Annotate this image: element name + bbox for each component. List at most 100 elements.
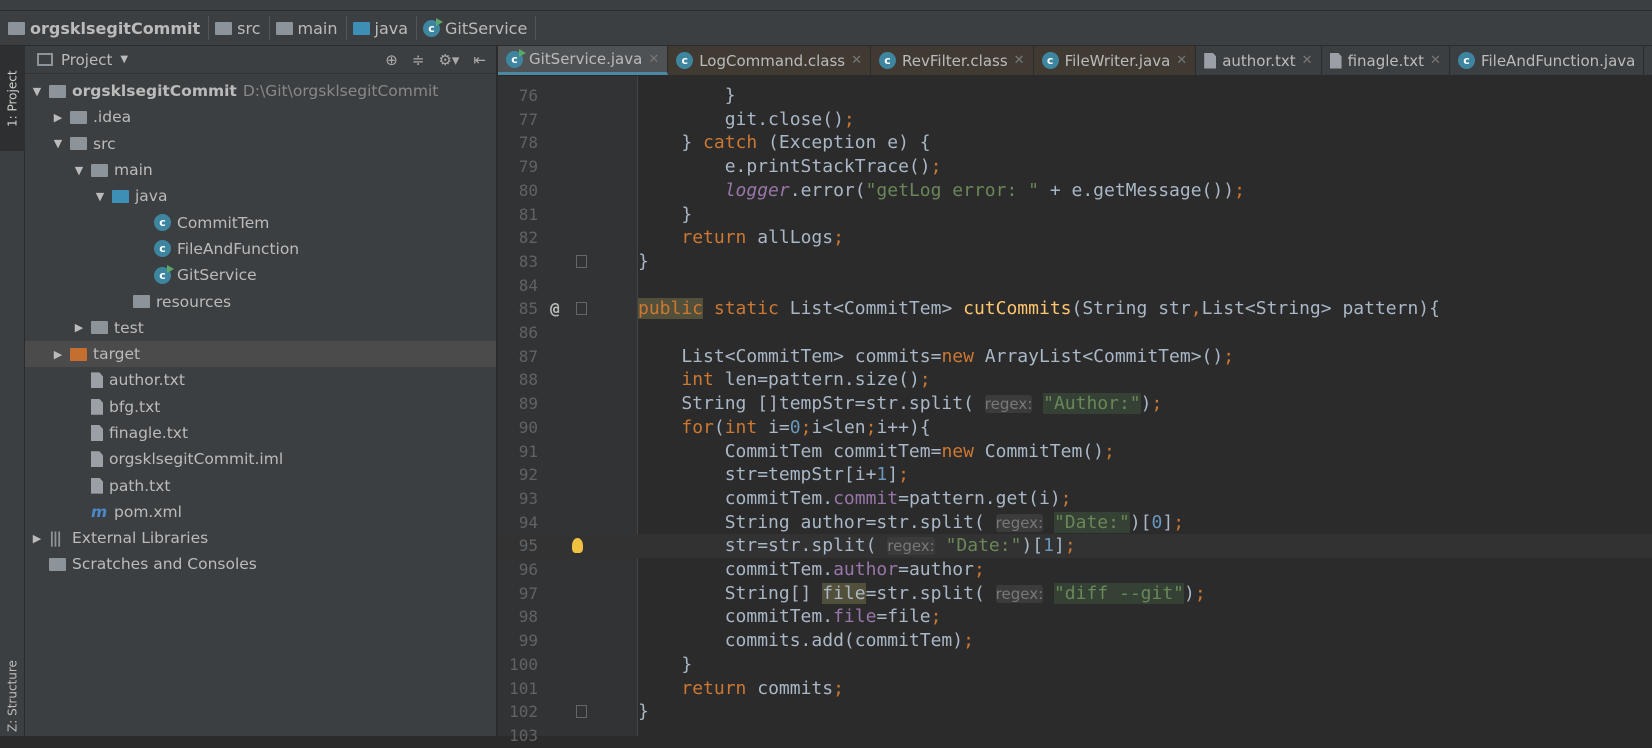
editor-tab[interactable]: c LogCommand.class ✕ — [668, 46, 872, 75]
tree-item[interactable]: path.txt — [25, 472, 496, 498]
editor-tab[interactable]: c RevFilter.class ✕ — [871, 46, 1034, 75]
editor-tab[interactable]: c GitService.java ✕ — [498, 46, 669, 75]
tree-item[interactable]: c CommitTem — [25, 209, 496, 235]
code-line[interactable]: 80 logger.error("getLog error: " + e.get… — [498, 179, 1652, 203]
code-line[interactable]: 102} — [498, 700, 1652, 724]
tree-item[interactable]: Scratches and Consoles — [25, 551, 496, 577]
close-tab-icon[interactable]: ✕ — [1014, 53, 1025, 68]
code-line[interactable]: 97 String[] file=str.split( regex: "diff… — [498, 582, 1652, 606]
tree-item[interactable]: ▼ java — [25, 183, 496, 209]
code-line[interactable]: 101 return commits; — [498, 677, 1652, 701]
code-token: ; — [1060, 487, 1072, 509]
tree-item[interactable]: resources — [25, 288, 496, 314]
code-line[interactable]: 91 CommitTem commitTem=new CommitTem(); — [498, 440, 1652, 464]
code-line[interactable]: 100 } — [498, 653, 1652, 677]
tree-item[interactable]: ▶ target — [25, 340, 496, 368]
tree-item[interactable]: author.txt — [25, 367, 496, 393]
code-line[interactable]: 76 } — [498, 84, 1652, 108]
code-line[interactable]: 78 } catch (Exception e) { — [498, 131, 1652, 155]
structure-tool-tab[interactable]: Z: Structure — [0, 656, 25, 736]
code-line[interactable]: 99 commits.add(commitTem); — [498, 629, 1652, 653]
code-line[interactable]: 86 — [498, 321, 1652, 345]
tree-item[interactable]: c FileAndFunction — [25, 236, 496, 262]
code-text: CommitTem commitTem=new CommitTem(); — [638, 440, 1115, 464]
code-editor[interactable]: 76 } 77 git.close(); 78 } catch (Exception… — [498, 76, 1652, 745]
editor-tab[interactable]: author.txt ✕ — [1196, 46, 1322, 75]
code-line[interactable]: 87 List<CommitTem> commits=new ArrayList… — [498, 345, 1652, 369]
code-line[interactable]: 95 str=str.split( regex: "Date:")[1]; — [498, 534, 1652, 558]
expanded-arrow-icon[interactable]: ▼ — [73, 164, 85, 177]
tree-item[interactable]: m pom.xml — [25, 499, 496, 525]
fold-marker-icon[interactable] — [576, 254, 587, 268]
project-view-selector[interactable]: Project — [61, 51, 112, 69]
code-text: } — [638, 700, 649, 724]
collapse-all-icon[interactable]: ≑ — [412, 51, 425, 69]
code-line[interactable]: 81 } — [498, 203, 1652, 227]
code-token: =author — [898, 559, 974, 580]
fold-marker-icon[interactable] — [576, 705, 587, 719]
code-token: CommitTem() — [973, 440, 1104, 462]
breadcrumb-item[interactable]: orgsklsegitCommit — [8, 16, 210, 40]
text-file-icon — [1329, 52, 1342, 69]
breadcrumb-item[interactable]: java — [352, 16, 418, 40]
code-line[interactable]: 85 @ public static List<CommitTem> cutComm… — [498, 297, 1652, 321]
close-tab-icon[interactable]: ✕ — [1176, 53, 1187, 68]
code-line[interactable]: 98 commitTem.file=file; — [498, 605, 1652, 629]
code-line[interactable]: 83} — [498, 250, 1652, 274]
expanded-arrow-icon[interactable]: ▼ — [94, 190, 106, 203]
collapsed-arrow-icon[interactable]: ▶ — [73, 321, 85, 334]
code-line[interactable]: 89 String []tempStr=str.split( regex: "A… — [498, 392, 1652, 416]
locate-icon[interactable]: ⊕ — [385, 51, 398, 69]
code-line[interactable]: 96 commitTem.author=author; — [498, 558, 1652, 582]
tree-item[interactable]: bfg.txt — [25, 394, 496, 420]
tree-item[interactable]: ▶ .idea — [25, 104, 496, 130]
fold-marker-icon[interactable] — [576, 302, 587, 316]
gear-icon[interactable]: ⚙▾ — [438, 51, 459, 69]
close-tab-icon[interactable]: ✕ — [1430, 53, 1441, 68]
code-line[interactable]: 90 for(int i=0;i<len;i++){ — [498, 416, 1652, 440]
collapsed-arrow-icon[interactable]: ▶ — [52, 348, 64, 361]
code-line[interactable]: 94 String author=str.split( regex: "Date… — [498, 511, 1652, 535]
breadcrumb-item[interactable]: src — [215, 16, 270, 40]
editor-tab[interactable]: c FileAndFunction.java — [1450, 46, 1645, 75]
line-number: 101 — [509, 678, 538, 698]
tree-item[interactable]: ▶ test — [25, 315, 496, 341]
tree-item-label: CommitTem — [177, 213, 270, 232]
override-marker-icon[interactable]: @ — [550, 297, 560, 321]
breadcrumb-item[interactable]: main — [275, 16, 347, 40]
project-view-icon — [37, 53, 53, 66]
tree-item[interactable]: finagle.txt — [25, 420, 496, 446]
tree-item-label: path.txt — [109, 476, 171, 495]
code-line[interactable]: 82 return allLogs; — [498, 226, 1652, 250]
locked-class-icon: c — [1041, 52, 1059, 69]
close-tab-icon[interactable]: ✕ — [851, 53, 862, 68]
tree-item[interactable]: orgsklsegitCommit.iml — [25, 446, 496, 472]
collapsed-arrow-icon[interactable]: ▶ — [31, 532, 43, 545]
code-line[interactable]: 92 str=tempStr[i+1]; — [498, 463, 1652, 487]
expanded-arrow-icon[interactable]: ▼ — [52, 137, 64, 150]
editor-tab[interactable]: finagle.txt ✕ — [1322, 46, 1450, 75]
hide-panel-icon[interactable]: ⇤ — [473, 51, 486, 69]
code-line[interactable]: 88 int len=pattern.size(); — [498, 368, 1652, 392]
tree-item[interactable]: ▼ orgsklsegitCommit D:\Git\orgsklsegitComm… — [25, 78, 496, 104]
tree-item[interactable]: ▼ src — [25, 131, 496, 157]
close-tab-icon[interactable]: ✕ — [1302, 53, 1313, 68]
tree-item[interactable]: ▶ ||| External Libraries — [25, 525, 496, 551]
collapsed-arrow-icon[interactable]: ▶ — [52, 111, 64, 124]
code-line[interactable]: 79 e.printStackTrace(); — [498, 155, 1652, 179]
expanded-arrow-icon[interactable]: ▼ — [31, 85, 43, 98]
code-line[interactable]: 84 — [498, 274, 1652, 298]
close-tab-icon[interactable]: ✕ — [648, 52, 659, 67]
tree-item[interactable]: ▼ main — [25, 157, 496, 183]
chevron-down-icon[interactable]: ▼ — [120, 54, 128, 65]
project-tool-tab[interactable]: 1: Project — [0, 46, 25, 151]
code-token: len=pattern.size() — [713, 369, 920, 391]
code-line[interactable]: 77 git.close(); — [498, 108, 1652, 132]
tree-item[interactable]: c GitService — [25, 262, 496, 288]
editor-tab[interactable]: c FileWriter.java ✕ — [1033, 46, 1197, 75]
lightbulb-icon[interactable] — [572, 538, 583, 554]
code-line[interactable]: 93 commitTem.commit=pattern.get(i); — [498, 487, 1652, 511]
breadcrumb-item[interactable]: c GitService — [423, 16, 537, 40]
code-token: return — [681, 677, 747, 699]
